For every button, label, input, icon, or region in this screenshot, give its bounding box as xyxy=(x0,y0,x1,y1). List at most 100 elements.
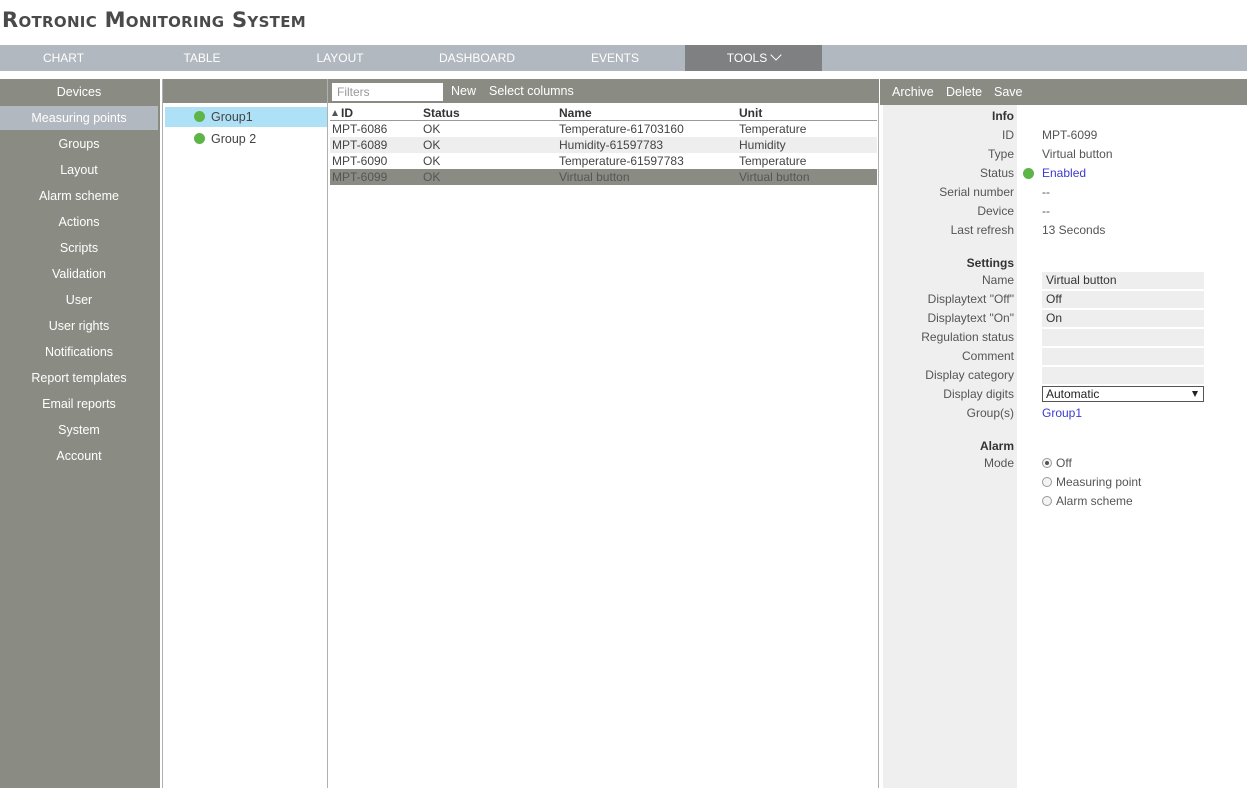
save-button[interactable]: Save xyxy=(994,80,1023,104)
sidebar-item-layout[interactable]: Layout xyxy=(0,158,158,182)
cell-name: Temperature-61597783 xyxy=(559,154,684,168)
sidebar-item-groups[interactable]: Groups xyxy=(0,132,158,156)
serial-number-label: Serial number xyxy=(939,185,1014,199)
cell-id: MPT-6090 xyxy=(332,154,388,168)
alarm-mode-off-radio[interactable] xyxy=(1042,458,1052,468)
column-header-unit[interactable]: Unit xyxy=(739,105,762,121)
display-digits-value: Automatic xyxy=(1046,387,1100,401)
sidebar-item-report-templates[interactable]: Report templates xyxy=(0,366,158,390)
comment-input[interactable] xyxy=(1042,348,1204,365)
status-dot-icon xyxy=(1023,168,1034,179)
column-header-name[interactable]: Name xyxy=(559,105,592,121)
sidebar-item-system[interactable]: System xyxy=(0,418,158,442)
filter-input[interactable] xyxy=(332,83,443,101)
cell-name: Temperature-61703160 xyxy=(559,122,684,136)
sort-ascending-icon xyxy=(332,110,338,116)
sidebar-item-measuring-points[interactable]: Measuring points xyxy=(0,106,158,130)
alarm-mode-alarm-scheme-label[interactable]: Alarm scheme xyxy=(1056,493,1133,509)
sidebar-item-devices[interactable]: Devices xyxy=(0,80,158,104)
sidebar-item-user[interactable]: User xyxy=(0,288,158,312)
name-label: Name xyxy=(981,273,1014,287)
group-item-label: Group 2 xyxy=(211,132,257,146)
groups-label: Group(s) xyxy=(966,406,1014,420)
displaytext-on-input[interactable] xyxy=(1042,310,1204,327)
sidebar-item-email-reports[interactable]: Email reports xyxy=(0,392,158,416)
select-columns-button[interactable]: Select columns xyxy=(489,79,574,103)
status-label: Status xyxy=(979,166,1014,180)
status-dot-icon xyxy=(194,111,205,122)
display-category-label: Display category xyxy=(925,368,1014,382)
cell-unit: Virtual button xyxy=(739,170,810,184)
groups-header xyxy=(163,79,327,103)
group-item-group1[interactable]: Group1 xyxy=(165,107,327,127)
alarm-mode-measuring-point-radio[interactable] xyxy=(1042,477,1052,487)
type-label: Type xyxy=(987,147,1014,161)
table-toolbar: New Select columns xyxy=(328,79,879,103)
column-header-status[interactable]: Status xyxy=(423,105,460,121)
cell-id: MPT-6099 xyxy=(332,170,388,184)
alarm-mode-measuring-point-label[interactable]: Measuring point xyxy=(1056,474,1141,490)
name-input[interactable] xyxy=(1042,272,1204,289)
group-item-label: Group1 xyxy=(211,110,253,124)
tab-events[interactable]: EVENTS xyxy=(550,45,680,71)
sidebar-item-validation[interactable]: Validation xyxy=(0,262,158,286)
tab-tools[interactable]: TOOLS xyxy=(685,45,822,71)
sidebar-item-alarm-scheme[interactable]: Alarm scheme xyxy=(0,184,158,208)
new-button[interactable]: New xyxy=(451,79,476,103)
sidebar: Devices Measuring points Groups Layout A… xyxy=(0,79,160,788)
dropdown-arrow-icon xyxy=(1192,391,1198,397)
display-digits-select[interactable]: Automatic xyxy=(1042,386,1204,402)
table-header: ID Status Name Unit xyxy=(330,105,877,121)
display-category-input[interactable] xyxy=(1042,367,1204,384)
column-header-id[interactable]: ID xyxy=(332,105,353,121)
alarm-mode-alarm-scheme-radio[interactable] xyxy=(1042,496,1052,506)
cell-status: OK xyxy=(423,170,441,184)
id-value: MPT-6099 xyxy=(1042,128,1098,142)
type-value: Virtual button xyxy=(1042,147,1113,161)
groups-value-link[interactable]: Group1 xyxy=(1042,405,1082,421)
cell-unit: Temperature xyxy=(739,154,807,168)
comment-label: Comment xyxy=(961,349,1014,363)
archive-button[interactable]: Archive xyxy=(892,80,934,104)
info-section-title: Info xyxy=(992,109,1014,123)
displaytext-off-label: Displaytext "Off" xyxy=(927,292,1014,306)
displaytext-on-label: Displaytext "On" xyxy=(927,311,1014,325)
measuring-points-table-panel: New Select columns ID Status Name Unit M… xyxy=(328,79,879,788)
cell-status: OK xyxy=(423,154,441,168)
table-row[interactable]: MPT-6086 OK Temperature-61703160 Tempera… xyxy=(330,121,877,137)
cell-unit: Temperature xyxy=(739,122,807,136)
alarm-mode-off-label[interactable]: Off xyxy=(1056,455,1072,471)
sidebar-item-notifications[interactable]: Notifications xyxy=(0,340,158,364)
tab-layout[interactable]: LAYOUT xyxy=(275,45,405,71)
sidebar-item-user-rights[interactable]: User rights xyxy=(0,314,158,338)
delete-button[interactable]: Delete xyxy=(946,80,982,104)
displaytext-off-input[interactable] xyxy=(1042,291,1204,308)
tab-dashboard[interactable]: DASHBOARD xyxy=(412,45,542,71)
sidebar-item-scripts[interactable]: Scripts xyxy=(0,236,158,260)
cell-id: MPT-6086 xyxy=(332,122,388,136)
settings-section-title: Settings xyxy=(966,256,1014,270)
tab-chart[interactable]: CHART xyxy=(0,45,127,71)
cell-unit: Humidity xyxy=(739,138,786,152)
app-title: Rotronic Monitoring System xyxy=(2,8,306,32)
status-dot-icon xyxy=(194,133,205,144)
detail-toolbar: Archive Delete Save xyxy=(880,79,1247,105)
sidebar-item-actions[interactable]: Actions xyxy=(0,210,158,234)
sidebar-item-account[interactable]: Account xyxy=(0,444,158,468)
group-item-group2[interactable]: Group 2 xyxy=(165,129,327,149)
cell-id: MPT-6089 xyxy=(332,138,388,152)
device-value: -- xyxy=(1042,204,1050,218)
tab-table[interactable]: TABLE xyxy=(137,45,267,71)
display-digits-label: Display digits xyxy=(943,387,1014,401)
cell-status: OK xyxy=(423,122,441,136)
tab-tools-label: TOOLS xyxy=(726,51,768,65)
table-row-selected[interactable]: MPT-6099 OK Virtual button Virtual butto… xyxy=(330,169,877,185)
detail-panel: Archive Delete Save Info ID MPT-6099 Typ… xyxy=(880,79,1247,788)
serial-number-value: -- xyxy=(1042,185,1050,199)
status-value-link[interactable]: Enabled xyxy=(1042,165,1086,181)
regulation-status-input[interactable] xyxy=(1042,329,1204,346)
cell-name: Humidity-61597783 xyxy=(559,138,664,152)
device-label: Device xyxy=(977,204,1014,218)
table-row[interactable]: MPT-6090 OK Temperature-61597783 Tempera… xyxy=(330,153,877,169)
table-row[interactable]: MPT-6089 OK Humidity-61597783 Humidity xyxy=(330,137,877,153)
